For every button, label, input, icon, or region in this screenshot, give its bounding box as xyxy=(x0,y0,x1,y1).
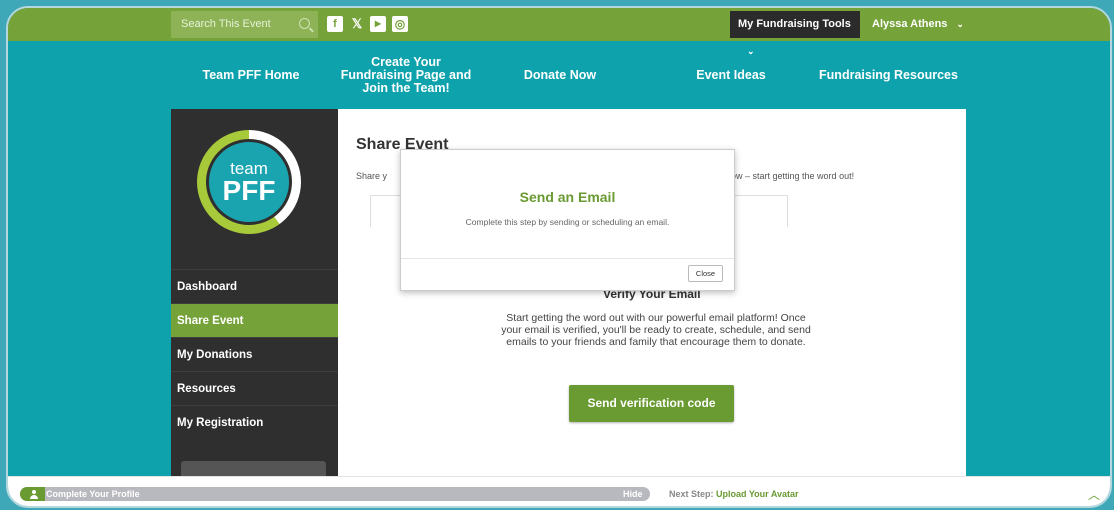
sidebar-item-my-donations[interactable]: My Donations xyxy=(171,337,338,371)
team-pff-logo[interactable]: team PFF xyxy=(197,130,301,234)
chevron-down-icon: ⌄ xyxy=(956,19,964,29)
share-subtitle-right: how – start getting the word out! xyxy=(726,171,855,181)
main-nav: Team PFF Home Create Your Fundraising Pa… xyxy=(8,41,1110,109)
bottom-progress-bar: Complete Your Profile Hide Next Step: Up… xyxy=(8,476,1110,506)
chevron-up-icon[interactable]: ︿ xyxy=(1088,486,1100,503)
x-icon[interactable]: 𝕏 xyxy=(349,16,365,32)
hide-button[interactable]: Hide xyxy=(623,487,643,501)
nav-event-ideas[interactable]: Event Ideas xyxy=(676,41,786,109)
send-verification-button[interactable]: Send verification code xyxy=(569,385,734,422)
sidebar-item-resources[interactable]: Resources xyxy=(171,371,338,405)
search-input[interactable]: Search This Event xyxy=(171,11,318,38)
user-name: Alyssa Athens xyxy=(872,18,948,30)
modal-title: Send an Email xyxy=(519,189,616,205)
app-frame: Search This Event f 𝕏 ▶ ◎ My Fundraising… xyxy=(6,6,1112,508)
fundraising-tools-menu[interactable]: My Fundraising Tools⌄ xyxy=(730,11,860,56)
next-step: Next Step: Upload Your Avatar xyxy=(669,487,799,501)
instagram-icon[interactable]: ◎ xyxy=(392,16,408,32)
user-icon xyxy=(30,490,38,499)
sidebar-item-share-event[interactable]: Share Event xyxy=(171,303,338,337)
modal-divider xyxy=(401,258,734,259)
nav-donate-now[interactable]: Donate Now xyxy=(505,41,615,109)
user-menu[interactable]: Alyssa Athens ⌄ xyxy=(872,11,964,38)
close-button[interactable]: Close xyxy=(688,265,723,282)
upload-avatar-link[interactable]: Upload Your Avatar xyxy=(716,489,799,499)
share-subtitle-left: Share y xyxy=(356,171,388,181)
verify-email-text: Start getting the word out with our powe… xyxy=(501,312,811,348)
nav-fundraising-resources[interactable]: Fundraising Resources xyxy=(811,41,966,109)
search-icon[interactable] xyxy=(299,18,310,29)
complete-profile-label: Complete Your Profile xyxy=(46,489,140,499)
nav-team-pff-home[interactable]: Team PFF Home xyxy=(196,41,306,109)
next-step-prefix: Next Step: xyxy=(669,489,717,499)
nav-create-fundraising-page[interactable]: Create Your Fundraising Page and Join th… xyxy=(331,41,481,109)
logo-text-pff: PFF xyxy=(222,175,276,206)
top-bar: Search This Event f 𝕏 ▶ ◎ My Fundraising… xyxy=(8,8,1110,56)
youtube-icon[interactable]: ▶ xyxy=(370,16,386,32)
logo-area: team PFF xyxy=(171,109,338,269)
send-email-modal: Send an Email Complete this step by send… xyxy=(400,149,735,291)
search-placeholder: Search This Event xyxy=(181,18,271,30)
facebook-icon[interactable]: f xyxy=(327,16,343,32)
sidebar-item-my-registration[interactable]: My Registration xyxy=(171,405,338,439)
modal-text: Complete this step by sending or schedul… xyxy=(465,217,670,227)
fundraising-tools-label: My Fundraising Tools xyxy=(738,18,851,30)
profile-progress[interactable]: Complete Your Profile Hide xyxy=(20,487,650,501)
sidebar-item-dashboard[interactable]: Dashboard xyxy=(171,269,338,303)
sidebar: team PFF Dashboard Share Event My Donati… xyxy=(171,109,338,479)
